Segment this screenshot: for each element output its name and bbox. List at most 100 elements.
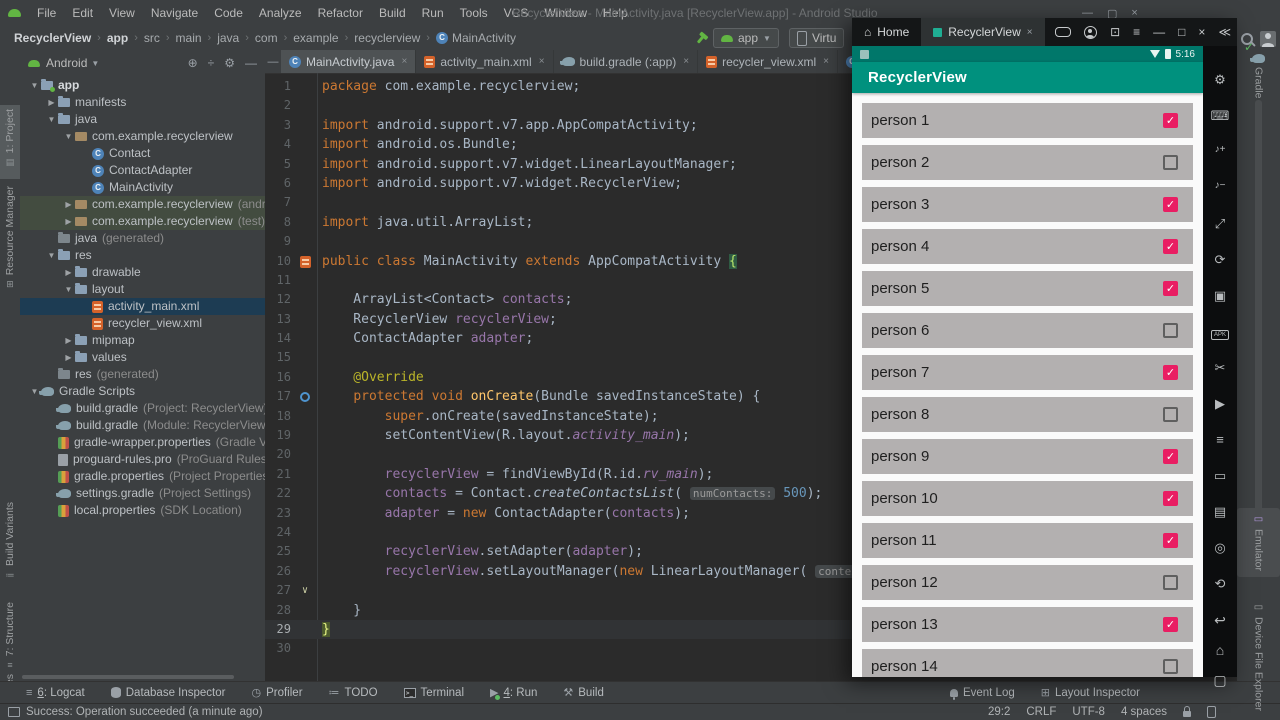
sidebar-item-7-structure[interactable]: 7: Structure ≡ [0, 598, 20, 670]
tool-window-button-database-inspector[interactable]: Database Inspector [110, 686, 225, 699]
checkbox[interactable] [1163, 323, 1178, 338]
nav-overview-icon[interactable]: ▢ [1203, 672, 1237, 689]
emulator-tab-home[interactable]: ⌂ Home [852, 18, 921, 46]
tool-window-button-layout-inspector[interactable]: ⊞ Layout Inspector [1041, 686, 1140, 700]
tree-row-proguard-rules-pro-proguard-rules-for-re[interactable]: proguard-rules.pro (ProGuard Rules for Re [20, 451, 265, 468]
tool-window-button-build[interactable]: ⚒ Build [563, 686, 603, 700]
extended-controls-icon[interactable]: ≡ [1203, 432, 1237, 447]
sidebar-item-device-file-explorer[interactable]: ▭ Device File Explorer [1237, 602, 1280, 711]
collapse-icon[interactable]: ≪ [1218, 25, 1231, 39]
chevron-collapsed-icon[interactable]: ▶ [62, 264, 75, 281]
checkbox[interactable]: ✓ [1163, 113, 1178, 128]
emulator-device-icon[interactable] [1207, 706, 1216, 718]
breadcrumb-item-mainactivity[interactable]: C MainActivity [434, 31, 518, 45]
file-encoding[interactable]: UTF-8 [1072, 706, 1105, 718]
hide-panel-icon[interactable]: — [265, 50, 281, 73]
menu-item-run[interactable]: Run [414, 6, 452, 20]
tab-build-gradle-app[interactable]: build.gradle (:app) × [554, 50, 699, 73]
breadcrumb-item-app[interactable]: app [105, 31, 130, 45]
list-item-person-13[interactable]: person 13 ✓ [862, 607, 1193, 642]
tree-row-gradle-properties-project-properties[interactable]: gradle.properties (Project Properties) [20, 468, 265, 485]
snap-icon[interactable]: ⊡ [1110, 25, 1120, 39]
breadcrumb-item-recyclerview[interactable]: RecyclerView [12, 31, 93, 45]
menu-icon[interactable]: ≡ [1133, 25, 1140, 39]
tree-row-local-properties-sdk-location[interactable]: local.properties (SDK Location) [20, 502, 265, 519]
caret-position[interactable]: 29:2 [988, 706, 1010, 718]
tree-row-values[interactable]: ▶ values [20, 349, 265, 366]
list-item-person-10[interactable]: person 10 ✓ [862, 481, 1193, 516]
chevron-collapsed-icon[interactable]: ▶ [62, 349, 75, 366]
read-lock-icon[interactable] [1183, 706, 1191, 717]
build-hammer-icon[interactable] [696, 32, 707, 44]
close-icon[interactable]: × [1198, 25, 1205, 39]
scrollbar-track[interactable] [1255, 100, 1262, 555]
checkbox[interactable]: ✓ [1163, 281, 1178, 296]
tree-row-gradle-wrapper-properties-gradle-version[interactable]: gradle-wrapper.properties (Gradle Version… [20, 434, 265, 451]
list-item-person-5[interactable]: person 5 ✓ [862, 271, 1193, 306]
sidebar-item-resource-manager[interactable]: Resource Manager ⊞ [0, 182, 20, 296]
tool-window-button-todo[interactable]: ≔ TODO [329, 686, 378, 700]
breadcrumb-item-com[interactable]: com [253, 31, 280, 45]
tree-row-res[interactable]: ▼ res [20, 247, 265, 264]
chevron-collapsed-icon[interactable]: ▶ [62, 332, 75, 349]
list-item-person-14[interactable]: person 14 [862, 649, 1193, 677]
tree-row-contact[interactable]: C Contact [20, 145, 265, 162]
gamepad-icon[interactable] [1055, 27, 1072, 37]
scissors-icon[interactable]: ✂ [1203, 360, 1237, 376]
breadcrumb-item-main[interactable]: main [174, 31, 204, 45]
tree-row-build-gradle-project-recyclerview[interactable]: build.gradle (Project: RecyclerView) [20, 400, 265, 417]
tree-row-app[interactable]: ▼ app [20, 77, 265, 94]
folder-icon[interactable]: ▤ [1203, 504, 1237, 520]
list-item-person-3[interactable]: person 3 ✓ [862, 187, 1193, 222]
line-separator[interactable]: CRLF [1026, 706, 1056, 718]
list-item-person-8[interactable]: person 8 [862, 397, 1193, 432]
checkbox[interactable]: ✓ [1163, 449, 1178, 464]
checkbox[interactable]: ✓ [1163, 533, 1178, 548]
checkbox[interactable]: ✓ [1163, 239, 1178, 254]
collapse-all-icon[interactable]: ÷ [208, 56, 215, 70]
checkbox[interactable] [1163, 155, 1178, 170]
checkbox[interactable] [1163, 575, 1178, 590]
breadcrumb-item-recyclerview[interactable]: recyclerview [352, 31, 422, 45]
list-item-person-9[interactable]: person 9 ✓ [862, 439, 1193, 474]
menu-item-analyze[interactable]: Analyze [251, 6, 310, 20]
tree-row-build-gradle-module-recyclerview-app[interactable]: build.gradle (Module: RecyclerView.app) [20, 417, 265, 434]
list-item-person-1[interactable]: person 1 ✓ [862, 103, 1193, 138]
list-item-person-7[interactable]: person 7 ✓ [862, 355, 1193, 390]
settings-icon[interactable]: ⚙ [1203, 72, 1237, 88]
close-icon[interactable]: × [401, 56, 407, 67]
fullscreen-icon[interactable]: ⤢ [1203, 216, 1237, 232]
menu-item-view[interactable]: View [101, 6, 143, 20]
keyboard-icon[interactable]: ⌨ [1203, 108, 1237, 124]
tool-window-button-terminal[interactable]: >_ Terminal [403, 686, 464, 699]
nav-home-icon[interactable]: ⌂ [1203, 642, 1237, 658]
menu-item-code[interactable]: Code [206, 6, 251, 20]
rotate-screen-icon[interactable]: ⟲ [1203, 576, 1237, 592]
tab-recycler-view-xml[interactable]: recycler_view.xml × [698, 50, 838, 73]
list-item-person-4[interactable]: person 4 ✓ [862, 229, 1193, 264]
recycler-view-list[interactable]: person 1 ✓ person 2 person 3 ✓ person 4 ✓ perso… [852, 93, 1203, 677]
checkbox[interactable]: ✓ [1163, 617, 1178, 632]
checkbox[interactable] [1163, 659, 1178, 674]
checkbox[interactable]: ✓ [1163, 491, 1178, 506]
menu-item-build[interactable]: Build [371, 6, 414, 20]
hide-panel-icon[interactable]: — [245, 56, 257, 70]
tree-row-com-example-recyclerview-test[interactable]: ▶ com.example.recyclerview (test) [20, 213, 265, 230]
tool-window-button-event-log[interactable]: Event Log [949, 686, 1015, 700]
checkbox[interactable] [1163, 407, 1178, 422]
tree-row-com-example-recyclerview[interactable]: ▼ com.example.recyclerview [20, 128, 265, 145]
device-dropdown[interactable]: Virtu [788, 28, 845, 48]
tree-row-mainactivity[interactable]: C MainActivity [20, 179, 265, 196]
chevron-collapsed-icon[interactable]: ▶ [45, 94, 58, 111]
tree-row-mipmap[interactable]: ▶ mipmap [20, 332, 265, 349]
list-item-person-2[interactable]: person 2 [862, 145, 1193, 180]
chevron-collapsed-icon[interactable]: ▶ [62, 213, 75, 230]
chevron-expanded-icon[interactable]: ▼ [45, 247, 58, 264]
tool-window-button-profiler[interactable]: ◷ Profiler [251, 686, 302, 700]
list-item-person-11[interactable]: person 11 ✓ [862, 523, 1193, 558]
indent-style[interactable]: 4 spaces [1121, 706, 1167, 718]
tree-row-gradle-scripts[interactable]: ▼ Gradle Scripts [20, 383, 265, 400]
menu-item-file[interactable]: File [29, 6, 64, 20]
checkbox[interactable]: ✓ [1163, 365, 1178, 380]
user-avatar[interactable] [1260, 31, 1276, 47]
